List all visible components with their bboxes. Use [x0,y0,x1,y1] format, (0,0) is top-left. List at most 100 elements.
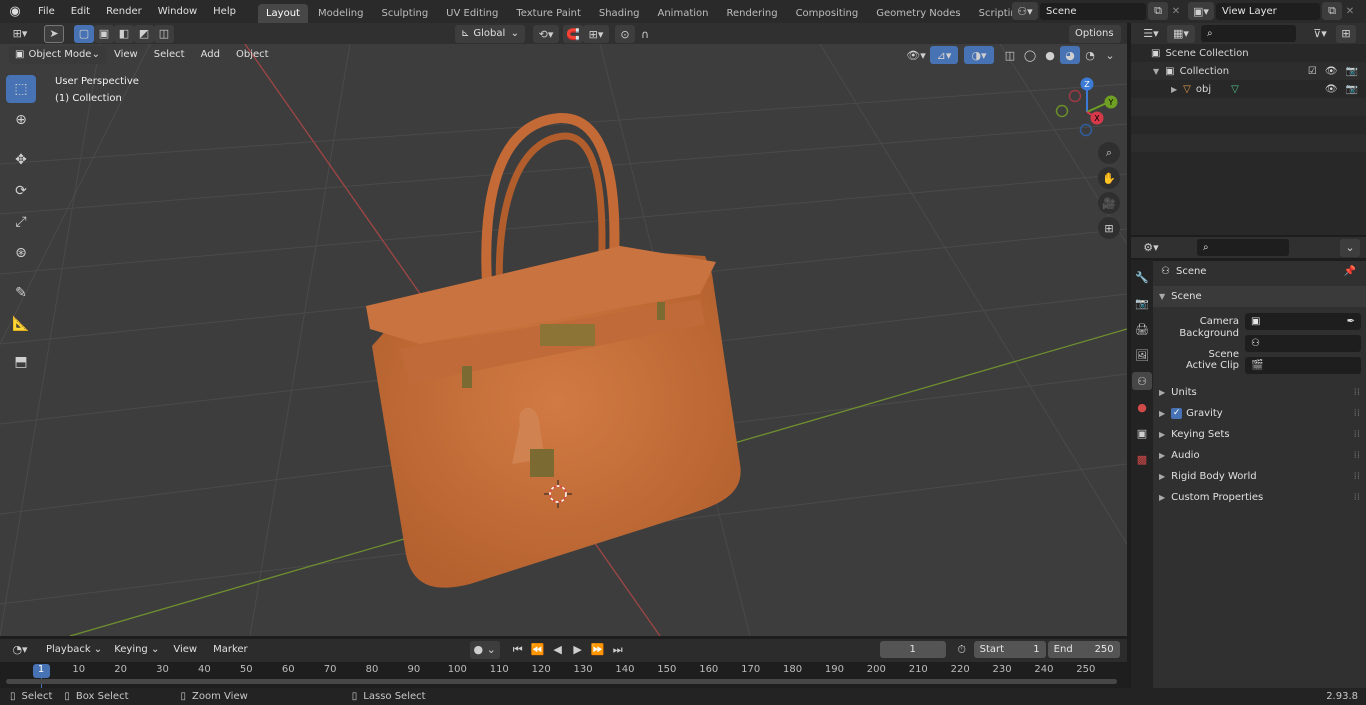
prev-keyframe-icon[interactable]: ⏪ [528,641,548,659]
grid-view-icon[interactable]: ⊞ [1098,217,1120,239]
drag-handle-icon[interactable]: ⁞⁞ [1354,445,1360,466]
annotate-tool-icon[interactable]: ✎ [6,279,36,307]
snap-icon[interactable]: 🧲 [563,25,583,43]
solid-shading-icon[interactable]: ● [1040,46,1060,64]
tab-rendering[interactable]: Rendering [718,4,786,23]
orientation-dropdown[interactable]: ⊾ Global ⌄ [455,25,525,43]
tab-compositing[interactable]: Compositing [787,4,867,23]
tab-animation[interactable]: Animation [649,4,717,23]
xray-icon[interactable]: ◫ [1000,46,1020,64]
play-reverse-icon[interactable]: ◀ [548,641,568,659]
cursor-tool-icon[interactable]: ⊕ [6,106,36,134]
jump-start-icon[interactable]: ⏮ [508,641,528,659]
mesh-data-icon[interactable]: ▽ [1231,84,1239,95]
camera-icon[interactable]: 🎥 [1098,192,1120,214]
menu-help[interactable]: Help [205,0,244,23]
pin-icon[interactable]: 📌 [1344,261,1356,282]
select-tool-icon[interactable]: ➤ [44,24,64,43]
rigid-body-world-panel[interactable]: ▶ Rigid Body World ⁞⁞ [1153,466,1366,487]
scene-name-field[interactable]: Scene [1040,2,1146,20]
new-collection-icon[interactable]: ⊞ [1336,24,1356,43]
close-icon[interactable]: ✕ [1168,6,1184,17]
timeline-editor-icon[interactable]: ◔▾ [6,641,34,659]
expand-caret-icon[interactable]: ▶ [1171,85,1177,94]
record-icon[interactable]: ● ⌄ [469,640,500,659]
drag-handle-icon[interactable]: ⁞⁞ [1354,424,1360,445]
view-layer-icon[interactable]: ▣▾ [1188,2,1214,20]
drag-handle-icon[interactable]: ⁞⁞ [1354,487,1360,508]
properties-search-input[interactable]: ⌕ [1197,239,1289,256]
camera-field[interactable]: ▣ ✒ [1245,313,1361,330]
snap-target-icon[interactable]: ⊞▾ [583,25,609,43]
drag-handle-icon[interactable]: ⁞⁞ [1354,403,1360,424]
checkbox-icon[interactable]: ☑ [1308,66,1317,77]
blender-logo-icon[interactable]: ◉ [0,4,30,19]
options-dropdown[interactable]: Options ⌄ [1069,25,1121,57]
menu-window[interactable]: Window [150,0,205,23]
menu-view[interactable]: View [106,45,146,65]
next-keyframe-icon[interactable]: ⏩ [588,641,608,659]
move-tool-icon[interactable]: ✥ [6,146,36,174]
audio-panel[interactable]: ▶ Audio ⁞⁞ [1153,445,1366,466]
collection-tab-icon[interactable]: ▣ [1132,424,1152,442]
scale-tool-icon[interactable]: ⤢ [6,208,36,236]
tool-tab-icon[interactable]: 🔧 [1132,268,1152,286]
properties-options-icon[interactable]: ⌄ [1340,238,1360,257]
falloff-icon[interactable]: ∩ [635,25,655,43]
menu-render[interactable]: Render [98,0,150,23]
render-tab-icon[interactable]: 📷 [1132,294,1152,312]
measure-tool-icon[interactable]: 📐 [6,310,36,338]
expand-caret-icon[interactable]: ▼ [1153,67,1159,76]
jump-end-icon[interactable]: ⏭ [608,641,628,659]
tab-shading[interactable]: Shading [590,4,648,23]
menu-select[interactable]: Select [146,45,193,65]
outliner-search-input[interactable]: ⌕ [1201,25,1296,42]
preview-range-icon[interactable]: ⏱ [952,641,972,659]
select-box-tool-icon[interactable]: ⬚ [6,75,36,103]
tab-uv-editing[interactable]: UV Editing [438,4,507,23]
texture-tab-icon[interactable]: ▩ [1132,450,1152,468]
tab-modeling[interactable]: Modeling [309,4,372,23]
active-clip-field[interactable]: 🎬 [1245,357,1361,374]
properties-editor-icon[interactable]: ⚙▾ [1137,239,1165,257]
start-frame-field[interactable]: Start 1 [973,641,1046,658]
gravity-panel[interactable]: ▶ ✓ Gravity ⁞⁞ [1153,403,1366,424]
menu-marker[interactable]: Marker [205,640,256,660]
camera-render-icon[interactable]: 📷 [1346,84,1358,95]
gizmo-toggle-icon[interactable]: ⊿▾ [930,46,958,64]
zoom-icon[interactable]: ⌕ [1098,142,1120,164]
timeline-ruler[interactable]: 1 10 20 30 40 50 60 70 80 90 100 110 120 130 140 150 160… [0,662,1127,688]
navigation-gizmo[interactable]: Z Y X [1050,72,1122,144]
scene-panel-header[interactable]: ▼ Scene [1153,286,1366,307]
output-tab-icon[interactable]: 🖨 [1132,320,1152,338]
object-row[interactable]: ▶ ▽ obj ▽ 👁 📷 [1131,80,1366,98]
tab-sculpting[interactable]: Sculpting [373,4,437,23]
background-scene-field[interactable]: ⚇ [1245,335,1361,352]
menu-add[interactable]: Add [193,45,228,65]
new-scene-icon[interactable]: ⧉ [1148,2,1168,20]
menu-timeline-view[interactable]: View [165,640,205,660]
menu-object[interactable]: Object [228,45,277,65]
tab-layout[interactable]: Layout [257,4,308,23]
3d-viewport[interactable]: User Perspective (1) Collection Z Y X ⌕ … [0,44,1127,636]
view-layer-tab-icon[interactable]: 🖼 [1132,346,1152,364]
scene-icon[interactable]: ⚇▾ [1012,2,1038,20]
units-panel[interactable]: ▶ Units ⁞⁞ [1153,382,1366,403]
gravity-checkbox-icon[interactable]: ✓ [1171,408,1183,419]
filter-icon[interactable]: ⊽▾ [1306,25,1334,43]
close-icon[interactable]: ✕ [1342,6,1358,17]
menu-edit[interactable]: Edit [63,0,98,23]
transform-tool-icon[interactable]: ⊛ [6,239,36,267]
mode-extend-icon[interactable]: ▣ [94,24,114,43]
display-mode-icon[interactable]: ▦▾ [1167,24,1195,43]
end-frame-field[interactable]: End 250 [1047,641,1120,658]
camera-render-icon[interactable]: 📷 [1346,66,1358,77]
eye-icon[interactable]: 👁 [1325,66,1338,77]
scene-collection-row[interactable]: ▣ Scene Collection [1131,44,1366,62]
custom-properties-panel[interactable]: ▶ Custom Properties ⁞⁞ [1153,487,1366,508]
editor-type-icon[interactable]: ⊞▾ [6,25,34,43]
outliner-editor-icon[interactable]: ☰▾ [1137,25,1165,43]
keying-dropdown[interactable]: Keying ⌄ [108,641,165,659]
mode-subtract-icon[interactable]: ◧ [114,24,134,43]
drag-handle-icon[interactable]: ⁞⁞ [1354,382,1360,403]
